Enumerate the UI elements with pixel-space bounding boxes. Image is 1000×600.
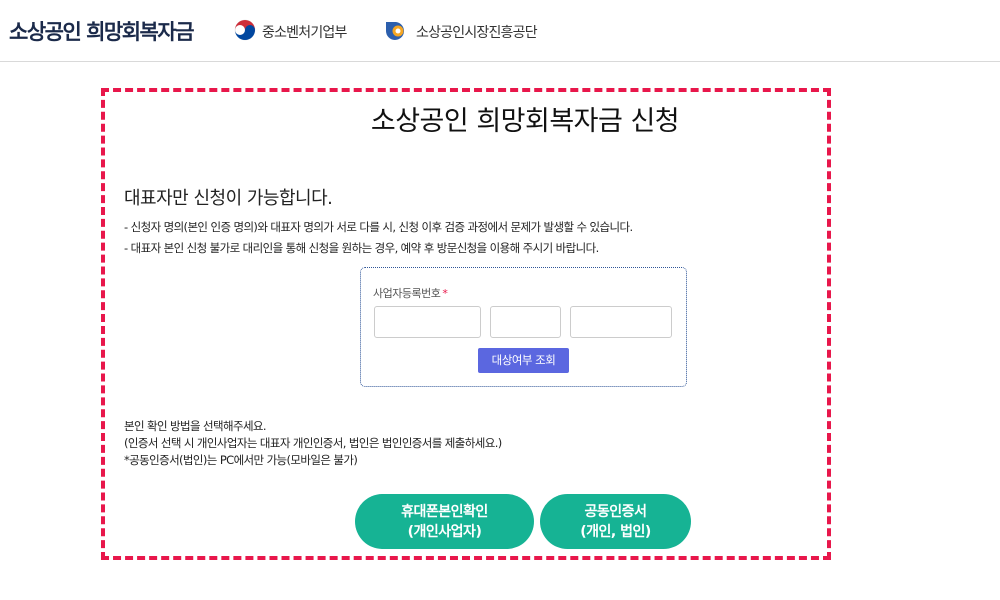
agency-logo-icon	[383, 18, 409, 46]
joint-certificate-button[interactable]: 공동인증서 (개인, 법인)	[540, 494, 691, 549]
business-number-label: 사업자등록번호 *	[373, 285, 448, 301]
page-title: 소상공인 희망회복자금 신청	[370, 106, 680, 137]
button-sublabel: (개인사업자)	[407, 523, 482, 540]
notice-heading: 대표자만 신청이 가능합니다.	[124, 188, 333, 209]
button-label: 휴대폰본인확인	[401, 503, 488, 520]
button-sublabel: (개인, 법인)	[580, 523, 651, 540]
eligibility-check-button[interactable]: 대상여부 조회	[478, 348, 569, 373]
ministry-logo[interactable]: 중소벤처기업부	[234, 19, 347, 45]
taegeuk-emblem-icon	[234, 19, 256, 45]
business-number-input-part-3[interactable]	[570, 306, 672, 338]
site-header: 소상공인 희망회복자금 중소벤처기업부 소상공인시장진흥공단	[0, 0, 1000, 62]
auth-method-note: *공동인증서(법인)는 PC에서만 가능(모바일은 불가)	[124, 453, 358, 467]
button-label: 공동인증서	[584, 503, 647, 520]
agency-logo[interactable]: 소상공인시장진흥공단	[383, 18, 538, 46]
ministry-name: 중소벤처기업부	[262, 25, 347, 41]
required-mark: *	[442, 287, 448, 300]
business-number-input-part-1[interactable]	[374, 306, 481, 338]
business-number-input-part-2[interactable]	[490, 306, 561, 338]
notice-line: - 신청자 명의(본인 인증 명의)와 대표자 명의가 서로 다를 시, 신청 …	[124, 220, 633, 234]
mobile-identity-verification-button[interactable]: 휴대폰본인확인 (개인사업자)	[355, 494, 534, 549]
brand-title[interactable]: 소상공인 희망회복자금	[9, 16, 195, 46]
notice-line: - 대표자 본인 신청 불가로 대리인을 통해 신청을 원하는 경우, 예약 후…	[124, 241, 599, 255]
business-number-label-text: 사업자등록번호	[373, 287, 441, 300]
auth-method-instruction: 본인 확인 방법을 선택해주세요.	[124, 419, 267, 433]
agency-name: 소상공인시장진흥공단	[416, 25, 538, 41]
auth-method-note: (인증서 선택 시 개인사업자는 대표자 개인인증서, 법인은 법인인증서를 제…	[124, 436, 502, 450]
